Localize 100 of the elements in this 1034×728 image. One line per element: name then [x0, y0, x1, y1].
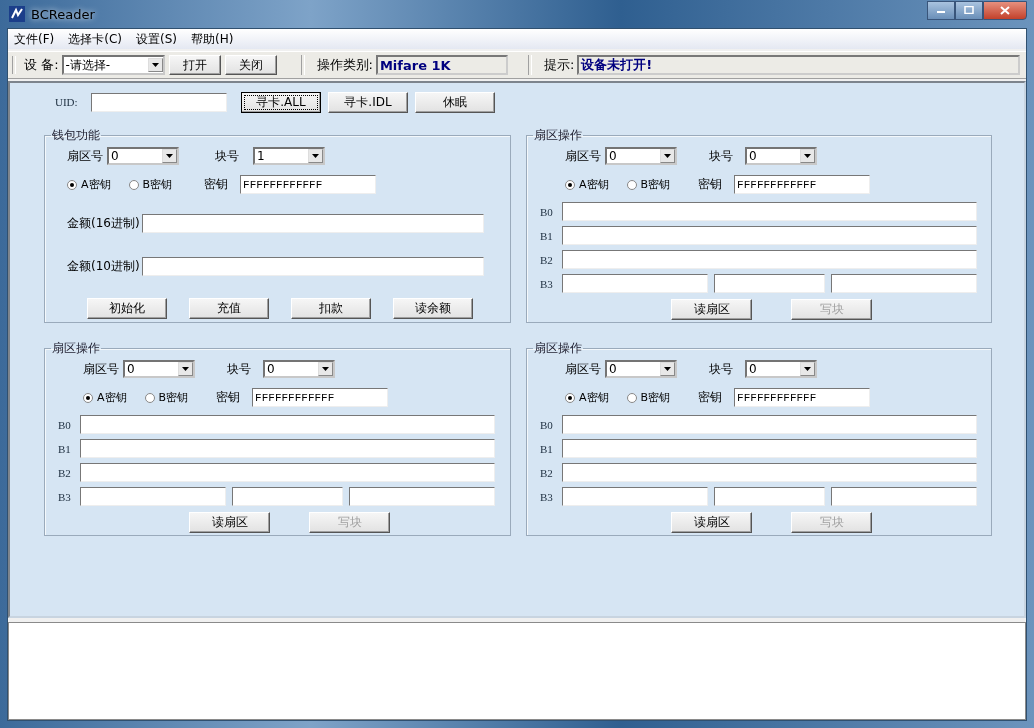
key-a-field[interactable] — [562, 487, 708, 506]
block-dropdown[interactable]: 0 — [263, 360, 335, 378]
toolbar-button[interactable]: 关闭 — [224, 55, 277, 75]
menu-item[interactable]: 帮助(H) — [191, 30, 234, 48]
block-dropdown[interactable]: 0 — [745, 360, 817, 378]
action-button[interactable]: 读余额 — [393, 298, 473, 319]
access-bits-field[interactable] — [232, 487, 343, 506]
block-data-field[interactable] — [80, 415, 495, 434]
action-button[interactable]: 充值 — [189, 298, 269, 319]
key-b-field[interactable] — [831, 487, 977, 506]
block-label: 块号 — [709, 147, 733, 165]
radio-button[interactable]: B密钥 — [144, 390, 189, 405]
block-name: B0 — [58, 418, 72, 431]
toolbar-button[interactable]: 打开 — [168, 55, 221, 75]
maximize-button[interactable] — [955, 0, 983, 20]
caret-icon — [664, 367, 671, 371]
action-button[interactable]: 读扇区 — [671, 512, 752, 533]
caret-icon — [322, 367, 329, 371]
action-button[interactable]: 读扇区 — [189, 512, 270, 533]
menu-item[interactable]: 文件(F) — [14, 30, 55, 48]
block-name: B1 — [540, 442, 554, 455]
block-name: B3 — [58, 490, 72, 503]
amount-label: 金额(10进制) — [67, 258, 140, 275]
menu-item[interactable]: 选择卡(C) — [68, 30, 122, 48]
caret-icon — [151, 63, 159, 67]
radio-button[interactable]: B密钥 — [626, 390, 671, 405]
device-label: 设 备: — [24, 56, 59, 74]
menu-item[interactable]: 设置(S) — [136, 30, 177, 48]
block-dropdown[interactable]: 1 — [253, 147, 325, 165]
amount-field[interactable] — [141, 257, 484, 276]
block-label: 块号 — [227, 360, 251, 378]
radio-button[interactable]: A密钥 — [83, 390, 127, 405]
key-b-field[interactable] — [831, 274, 977, 293]
group-title: 扇区操作 — [51, 340, 101, 357]
block-name: B2 — [540, 466, 554, 479]
sector-label: 扇区号 — [67, 147, 103, 165]
maximize-icon — [964, 6, 974, 14]
block-label: 块号 — [215, 147, 239, 165]
minimize-button[interactable] — [927, 0, 955, 20]
sector-dropdown[interactable]: 0 — [123, 360, 195, 378]
key-field[interactable]: FFFFFFFFFFFF — [734, 175, 871, 194]
caret-icon — [804, 154, 811, 158]
device-dropdown[interactable]: -请选择- — [61, 55, 165, 75]
amount-label: 金额(16进制) — [67, 215, 140, 232]
action-button[interactable]: 扣款 — [291, 298, 371, 319]
block-name: B2 — [540, 253, 554, 266]
block-name: B3 — [540, 277, 554, 290]
close-button[interactable] — [983, 0, 1027, 20]
access-bits-field[interactable] — [714, 274, 825, 293]
caret-icon — [166, 154, 173, 158]
app-icon — [9, 6, 25, 22]
sector-label: 扇区号 — [83, 360, 119, 378]
block-data-field[interactable] — [80, 439, 495, 458]
block-data-field[interactable] — [562, 439, 977, 458]
caret-icon — [664, 154, 671, 158]
group-title: 钱包功能 — [51, 127, 101, 144]
type-field: Mifare 1K — [375, 55, 508, 75]
radio-button[interactable]: B密钥 — [626, 177, 671, 192]
key-label: 密钥 — [216, 389, 241, 406]
block-data-field[interactable] — [562, 226, 977, 245]
key-b-field[interactable] — [349, 487, 495, 506]
radio-button[interactable]: A密钥 — [67, 177, 111, 192]
sector-dropdown[interactable]: 0 — [605, 147, 677, 165]
hint-label: 提示: — [543, 56, 575, 74]
hint-field: 设备未打开! — [577, 55, 1020, 75]
key-a-field[interactable] — [80, 487, 226, 506]
group-title: 扇区操作 — [533, 340, 583, 357]
action-button[interactable]: 读扇区 — [671, 299, 752, 320]
block-data-field[interactable] — [562, 415, 977, 434]
radio-button[interactable]: B密钥 — [128, 177, 173, 192]
key-field[interactable]: FFFFFFFFFFFF — [734, 388, 871, 407]
block-data-field[interactable] — [562, 463, 977, 482]
caret-icon — [804, 367, 811, 371]
scan-button[interactable]: 寻卡.ALL — [241, 91, 321, 113]
sector-dropdown[interactable]: 0 — [107, 147, 179, 165]
sector-dropdown[interactable]: 0 — [605, 360, 677, 378]
key-a-field[interactable] — [562, 274, 708, 293]
radio-button[interactable]: A密钥 — [565, 177, 609, 192]
window-title: BCReader — [31, 6, 95, 22]
uid-label: UID: — [55, 96, 79, 108]
block-dropdown[interactable]: 0 — [745, 147, 817, 165]
sector-label: 扇区号 — [565, 360, 601, 378]
key-label: 密钥 — [698, 176, 723, 193]
caret-icon — [312, 154, 319, 158]
scan-button[interactable]: 寻卡.IDL — [328, 91, 408, 113]
key-field[interactable]: FFFFFFFFFFFF — [240, 175, 377, 194]
type-label: 操作类别: — [316, 56, 373, 74]
block-name: B0 — [540, 205, 554, 218]
scan-button[interactable]: 休眠 — [415, 91, 495, 113]
amount-field[interactable] — [141, 214, 484, 233]
key-field[interactable]: FFFFFFFFFFFF — [252, 388, 389, 407]
block-label: 块号 — [709, 360, 733, 378]
block-data-field[interactable] — [562, 250, 977, 269]
block-data-field[interactable] — [562, 202, 977, 221]
caret-icon — [182, 367, 189, 371]
block-data-field[interactable] — [80, 463, 495, 482]
uid-field[interactable] — [91, 92, 227, 112]
access-bits-field[interactable] — [714, 487, 825, 506]
action-button[interactable]: 初始化 — [87, 298, 167, 319]
radio-button[interactable]: A密钥 — [565, 390, 609, 405]
